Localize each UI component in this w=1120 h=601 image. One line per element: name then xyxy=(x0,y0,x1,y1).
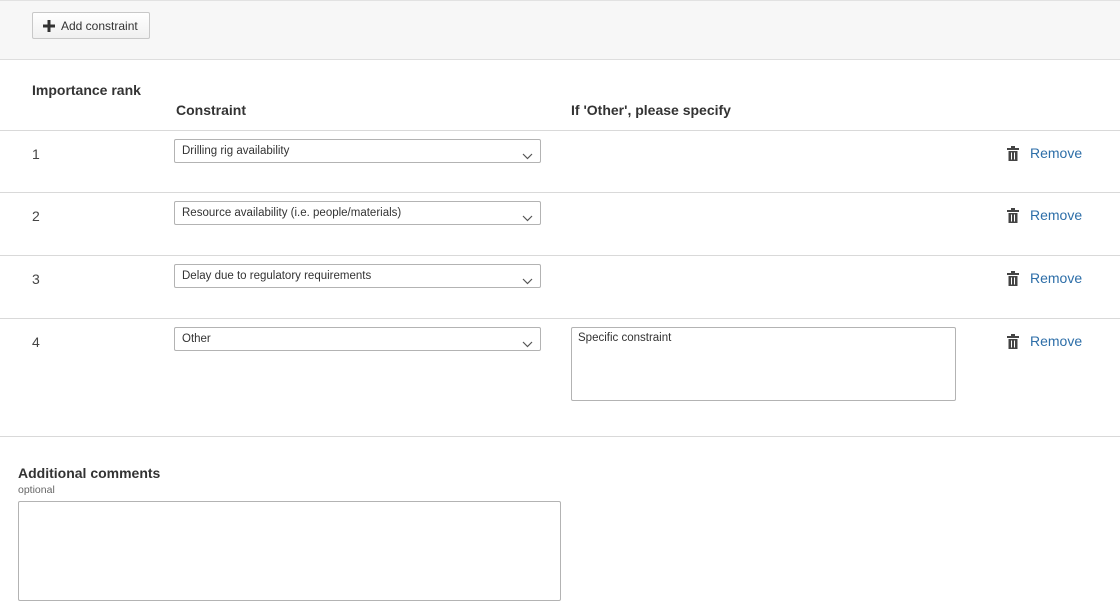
plus-icon xyxy=(43,19,55,32)
constraint-select-value: Delay due to regulatory requirements xyxy=(182,270,372,282)
additional-comments-textarea[interactable] xyxy=(18,501,561,601)
table-row: 3 Delay due to regulatory requirements R… xyxy=(0,255,1120,318)
remove-button[interactable]: Remove xyxy=(1006,207,1082,223)
remove-button[interactable]: Remove xyxy=(1006,145,1082,161)
remove-label: Remove xyxy=(1030,207,1083,223)
other-specify-textarea[interactable]: Specific constraint xyxy=(571,327,956,401)
chevron-down-icon xyxy=(522,271,533,285)
constraint-select[interactable]: Delay due to regulatory requirements xyxy=(174,264,541,288)
chevron-down-icon xyxy=(522,208,533,222)
remove-button[interactable]: Remove xyxy=(1006,333,1082,349)
chevron-down-icon xyxy=(522,146,533,160)
table-row: 4 Other Specific constraint Remove xyxy=(0,318,1120,436)
trash-icon xyxy=(1006,145,1020,161)
table-row: 1 Drilling rig availability Remove xyxy=(0,130,1120,192)
rank-value: 4 xyxy=(32,334,40,350)
constraint-select-value: Other xyxy=(182,333,211,345)
chevron-down-icon xyxy=(522,334,533,348)
optional-hint: optional xyxy=(18,484,55,496)
trash-icon xyxy=(1006,333,1020,349)
remove-label: Remove xyxy=(1030,270,1083,286)
constraint-select-value: Resource availability (i.e. people/mater… xyxy=(182,207,402,219)
table-row: 2 Resource availability (i.e. people/mat… xyxy=(0,192,1120,255)
rank-value: 3 xyxy=(32,271,40,287)
remove-label: Remove xyxy=(1030,333,1083,349)
trash-icon xyxy=(1006,207,1020,223)
constraint-select[interactable]: Resource availability (i.e. people/mater… xyxy=(174,201,541,225)
constraint-select-value: Drilling rig availability xyxy=(182,145,290,157)
toolbar: Add constraint xyxy=(0,0,1120,60)
rank-value: 2 xyxy=(32,208,40,224)
rank-value: 1 xyxy=(32,146,40,162)
header-constraint: Constraint xyxy=(176,102,246,118)
header-importance-rank: Importance rank xyxy=(32,82,141,98)
remove-label: Remove xyxy=(1030,145,1083,161)
header-other-specify: If 'Other', please specify xyxy=(571,102,731,118)
add-constraint-label: Add constraint xyxy=(61,18,138,33)
section-divider xyxy=(0,436,1120,437)
constraint-select[interactable]: Other xyxy=(174,327,541,351)
constraint-select[interactable]: Drilling rig availability xyxy=(174,139,541,163)
additional-comments-label: Additional comments xyxy=(18,465,161,481)
add-constraint-button[interactable]: Add constraint xyxy=(32,12,150,39)
trash-icon xyxy=(1006,270,1020,286)
remove-button[interactable]: Remove xyxy=(1006,270,1082,286)
